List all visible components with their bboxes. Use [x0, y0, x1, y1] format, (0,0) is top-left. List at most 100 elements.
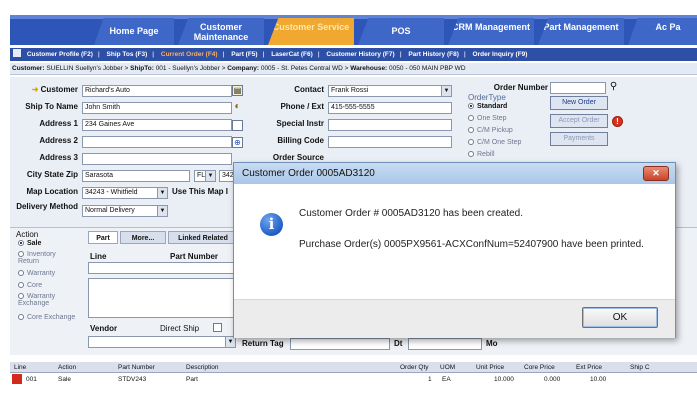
customer-field[interactable]: Richard's Auto — [82, 85, 232, 97]
part-description-area[interactable] — [88, 278, 236, 318]
tab-part-management[interactable]: Part Management — [538, 18, 624, 45]
direct-ship-checkbox[interactable] — [213, 323, 222, 332]
context-warehouse-label: Warehouse: — [350, 65, 388, 72]
order-lines-grid: Line Action Part Number Description Orde… — [10, 362, 697, 392]
map-location-select[interactable]: 34243 - Whitfield ▼ — [82, 187, 168, 199]
submenu-customer-history[interactable]: Customer History (F7) — [326, 51, 394, 58]
dialog-footer: OK — [234, 299, 675, 338]
action-warranty-exchange[interactable]: Warranty Exchange — [18, 293, 78, 307]
tab-crm-management[interactable]: CRM Management — [448, 18, 534, 45]
special-instr-field[interactable] — [328, 119, 452, 131]
address3-label: Address 3 — [39, 153, 78, 162]
order-type-one-step[interactable]: One Step — [468, 115, 507, 122]
delivery-method-label: Delivery Method — [16, 202, 78, 211]
action-inventory-return[interactable]: Inventory Return — [18, 251, 78, 265]
shipto-name-field[interactable]: John Smith — [82, 102, 232, 114]
table-row[interactable]: 001 Sale STDV243 Part 1 EA 10.000 0.000 … — [10, 374, 697, 385]
grid-header: Line Action Part Number Description Orde… — [10, 362, 697, 373]
col-description[interactable]: Description — [186, 362, 219, 373]
special-instr-label: Special Instr — [276, 119, 324, 128]
context-shipto-value: 001 - Suellyn's Jobber — [155, 65, 220, 72]
mo-label: Mo — [486, 339, 498, 348]
col-order-qty[interactable]: Order Qty — [400, 362, 429, 373]
payments-button[interactable]: Payments — [550, 132, 608, 146]
submenu-current-order[interactable]: Current Order (F4) — [161, 51, 218, 58]
order-type-standard[interactable]: Standard — [468, 103, 507, 110]
submenu-lasercat[interactable]: LaserCat (F6) — [271, 51, 313, 58]
order-number-field[interactable] — [550, 82, 606, 94]
binoculars-search-icon[interactable]: ⚲ — [608, 82, 619, 93]
submenu-part-history[interactable]: Part History (F8) — [408, 51, 459, 58]
col-unit-price[interactable]: Unit Price — [476, 362, 504, 373]
tab-customer-service[interactable]: Customer Service — [268, 18, 354, 45]
address3-field[interactable] — [82, 153, 232, 165]
col-uom[interactable]: UOM — [440, 362, 455, 373]
part-number-field[interactable] — [88, 262, 236, 274]
use-map-label: Use This Map I — [172, 187, 229, 196]
tab-pos[interactable]: POS — [358, 18, 444, 45]
tab-home-page[interactable]: Home Page — [94, 18, 174, 45]
row-description: Part — [186, 376, 198, 383]
ok-button[interactable]: OK — [582, 307, 658, 328]
address1-label: Address 1 — [39, 119, 78, 128]
close-icon[interactable]: ✕ — [643, 166, 669, 181]
accept-order-button[interactable]: Accept Order — [550, 114, 608, 128]
tab-linked-related[interactable]: Linked Related — [168, 231, 238, 244]
shipto-lookup-icon[interactable]: ◐ — [232, 102, 243, 113]
customer-lookup-icon[interactable]: ▤ — [232, 85, 243, 96]
billing-code-field[interactable] — [328, 136, 452, 148]
return-tag-label: Return Tag — [242, 339, 284, 348]
phone-field[interactable]: 415-555-5555 — [328, 102, 452, 114]
warning-icon: ! — [612, 116, 623, 127]
module-tab-bar: Home Page Customer Maintenance Customer … — [10, 15, 697, 45]
col-ship[interactable]: Ship C — [630, 362, 650, 373]
col-core-price[interactable]: Core Price — [524, 362, 555, 373]
action-warranty[interactable]: Warranty — [18, 270, 55, 277]
phone-ext-label: Phone / Ext — [280, 102, 324, 111]
context-customer-value: SUELLIN Suellyn's Jobber — [46, 65, 123, 72]
submenu-part[interactable]: Part (F5) — [231, 51, 257, 58]
dt-field[interactable] — [408, 338, 482, 350]
submenu-ship-tos[interactable]: Ship Tos (F3) — [107, 51, 148, 58]
order-type-rebill[interactable]: Rebill — [468, 151, 495, 158]
row-line: 001 — [26, 376, 37, 383]
order-type-label: OrderType — [468, 93, 506, 102]
row-order-qty: 1 — [428, 376, 432, 383]
new-order-button[interactable]: New Order — [550, 96, 608, 110]
col-line[interactable]: Line — [14, 362, 26, 373]
submenu-customer-profile[interactable]: Customer Profile (F2) — [27, 51, 93, 58]
contact-label: Contact — [294, 85, 324, 94]
tab-customer-maintenance[interactable]: Customer Maintenance — [178, 18, 264, 45]
action-core[interactable]: Core — [18, 282, 42, 289]
dt-label: Dt — [394, 339, 403, 348]
city-field[interactable]: Sarasota — [82, 170, 190, 182]
po-printed-message: Purchase Order(s) 0005PX9561-ACXConfNum=… — [299, 239, 644, 250]
info-icon: i — [260, 213, 283, 236]
address-checkbox[interactable] — [232, 120, 243, 131]
contact-select[interactable]: Frank Rossi ▼ — [328, 85, 452, 97]
chevron-down-icon: ▼ — [441, 86, 451, 96]
delivery-method-select[interactable]: Normal Delivery ▼ — [82, 205, 168, 217]
direct-ship-label: Direct Ship — [160, 324, 200, 333]
tab-accounting-partial[interactable]: Ac Pa — [628, 18, 697, 45]
menu-icon[interactable] — [13, 49, 21, 57]
state-select[interactable]: FL ▼ — [194, 170, 216, 182]
submenu-order-inquiry[interactable]: Order Inquiry (F9) — [473, 51, 528, 58]
action-sale[interactable]: Sale — [18, 240, 41, 247]
return-tag-field[interactable] — [290, 338, 390, 350]
order-type-cm-one-step[interactable]: C/M One Step — [468, 139, 521, 146]
address2-field[interactable] — [82, 136, 232, 148]
order-number-label: Order Number — [493, 83, 548, 92]
order-type-cm-pickup[interactable]: C/M Pickup — [468, 127, 513, 134]
action-core-exchange[interactable]: Core Exchange — [18, 314, 78, 321]
tab-part[interactable]: Part — [88, 231, 118, 244]
col-ext-price[interactable]: Ext Price — [576, 362, 602, 373]
row-ext-price: 10.00 — [590, 376, 607, 383]
col-part-number[interactable]: Part Number — [118, 362, 155, 373]
address-map-icon[interactable]: ⊕ — [232, 137, 243, 148]
col-action[interactable]: Action — [58, 362, 76, 373]
tab-more[interactable]: More... — [120, 231, 166, 244]
vendor-select[interactable]: ▼ — [88, 336, 236, 348]
shipto-name-label: Ship To Name — [25, 102, 78, 111]
address1-field[interactable]: 234 Gaines Ave — [82, 119, 232, 131]
